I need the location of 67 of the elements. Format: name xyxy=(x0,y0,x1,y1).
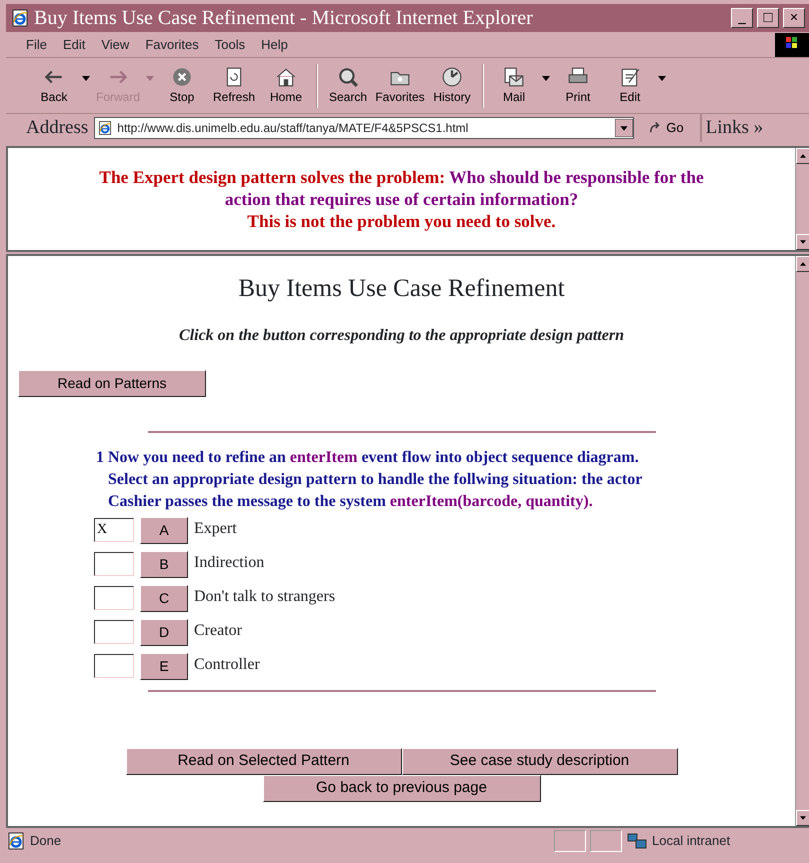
action-button[interactable]: See case study description xyxy=(402,748,678,774)
action-button[interactable]: Read on Selected Pattern xyxy=(126,748,402,774)
menu-item[interactable]: Help xyxy=(261,34,288,54)
question-number: 1 xyxy=(96,448,104,468)
option-label: Creator xyxy=(194,620,242,640)
envelope-icon xyxy=(503,66,525,88)
option-label: Indirection xyxy=(194,552,264,572)
address-label: Address xyxy=(26,116,88,140)
toolbar-button[interactable]: History xyxy=(426,66,478,106)
option-button[interactable]: D xyxy=(140,618,188,646)
zone-label: Local intranet xyxy=(652,832,730,850)
go-button[interactable]: Go xyxy=(648,118,684,138)
option-button[interactable]: E xyxy=(140,652,188,680)
option-label: Expert xyxy=(194,518,237,538)
maximize-button[interactable]: □ xyxy=(757,8,779,28)
go-arrow-icon xyxy=(648,121,662,135)
toolbar-button[interactable]: Home xyxy=(260,66,312,106)
scroll-down-icon[interactable] xyxy=(796,234,809,250)
stop-icon xyxy=(171,66,193,88)
address-field[interactable]: http://www.dis.unimelb.edu.au/staff/tanya/MATE/F4&5PSCS1.html xyxy=(94,117,634,139)
network-computers-icon xyxy=(626,831,648,851)
answer-field[interactable] xyxy=(94,620,134,644)
toolbar-button[interactable]: Stop xyxy=(156,66,208,106)
windows-logo-icon xyxy=(775,32,809,56)
menu-item[interactable]: Edit xyxy=(62,34,86,54)
option-label: Don't talk to strangers xyxy=(194,586,336,606)
toolbar-button[interactable]: Mail xyxy=(488,66,540,106)
page-heading: Buy Items Use Case Refinement xyxy=(237,274,566,304)
search-icon xyxy=(337,66,359,88)
scroll-up-icon[interactable] xyxy=(796,148,809,164)
status-text: Done xyxy=(30,832,62,850)
feedback-message: The Expert design pattern solves the problem: Who should be responsible for the action that requires use of certain information? This is not the problem you need to solve. xyxy=(99,166,704,232)
option-button[interactable]: B xyxy=(140,550,188,578)
status-pane xyxy=(590,830,622,852)
toolbar-button[interactable]: Back xyxy=(28,66,80,106)
toolbar-button[interactable]: Refresh xyxy=(208,66,260,106)
answer-field[interactable] xyxy=(94,654,134,678)
read-patterns-button[interactable]: Read on Patterns xyxy=(18,370,206,396)
menu-item[interactable]: Favorites xyxy=(145,34,199,54)
minimize-button[interactable]: _ xyxy=(731,8,753,28)
answer-field[interactable] xyxy=(94,552,134,576)
toolbar-button[interactable]: Print xyxy=(552,66,604,106)
page-icon xyxy=(6,831,26,851)
page-icon xyxy=(97,120,114,136)
close-button[interactable]: × xyxy=(783,8,805,28)
answer-field[interactable] xyxy=(94,586,134,610)
option-label: Controller xyxy=(194,654,260,674)
action-button[interactable]: Go back to previous page xyxy=(262,774,540,802)
dropdown-arrow-icon xyxy=(615,119,634,137)
instruction-text: Click on the button corresponding to the appropriate design pattern xyxy=(178,326,625,346)
menu-item[interactable]: Tools xyxy=(214,34,246,54)
toolbar-button[interactable]: Edit xyxy=(604,66,656,106)
menu-item[interactable]: File xyxy=(26,34,47,54)
option-button[interactable]: C xyxy=(140,584,188,612)
toolbar-button[interactable]: Search xyxy=(322,66,374,106)
status-pane xyxy=(554,830,586,852)
links-label[interactable]: Links » xyxy=(700,114,764,142)
toolbar-button[interactable]: Favorites xyxy=(374,66,426,106)
clock-icon xyxy=(441,66,463,88)
question-text: Now you need to refine an enterItem event flow into object sequence diagram. Select an appropriate design pattern to handle the follwing situation: the actor Cashier passes the message to the system enterItem(barcode, quantity). xyxy=(108,448,642,512)
browser-logo-icon xyxy=(10,8,30,28)
answer-field[interactable]: X xyxy=(94,518,134,542)
option-button[interactable]: A xyxy=(140,516,188,544)
menu-item[interactable]: View xyxy=(101,34,130,54)
scroll-up-icon[interactable] xyxy=(796,256,809,272)
scroll-down-icon[interactable] xyxy=(796,810,809,826)
window-title: Buy Items Use Case Refinement - Microsoft Internet Explorer xyxy=(34,6,534,31)
